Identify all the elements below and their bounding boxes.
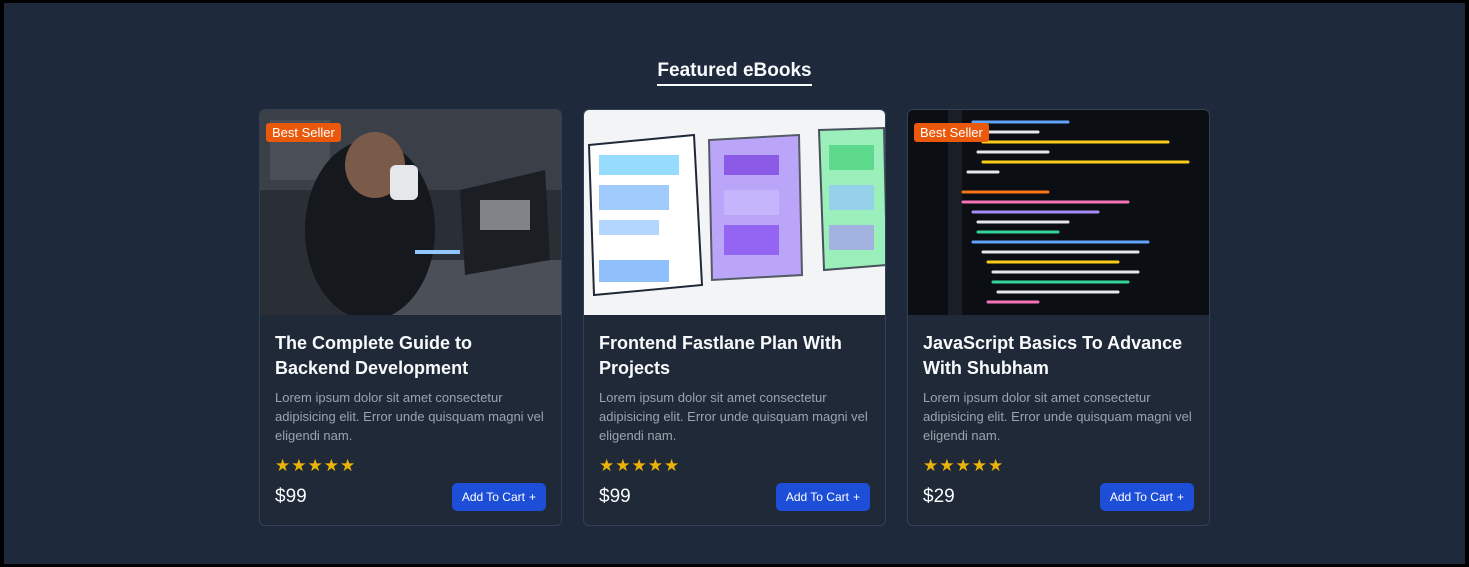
- ebook-price: $99: [275, 486, 307, 507]
- ebook-cover-image: Best Seller: [908, 110, 1209, 315]
- plus-icon: +: [528, 490, 536, 504]
- ebook-cover-image: Best Seller: [260, 110, 561, 315]
- ebook-card[interactable]: Frontend Fastlane Plan With Projects Lor…: [583, 109, 886, 526]
- ebook-title[interactable]: JavaScript Basics To Advance With Shubha…: [923, 331, 1198, 381]
- add-to-cart-label: Add To Cart: [1109, 490, 1173, 504]
- rating-stars: ★★★★★: [923, 456, 1005, 475]
- add-to-cart-label: Add To Cart: [785, 490, 849, 504]
- ebook-card[interactable]: Best Seller The Complete Guide to Backen…: [259, 109, 562, 526]
- plus-icon: +: [1176, 490, 1184, 504]
- add-to-cart-button[interactable]: Add To Cart +: [1099, 483, 1194, 511]
- add-to-cart-button[interactable]: Add To Cart +: [451, 483, 546, 511]
- rating-stars: ★★★★★: [275, 456, 357, 475]
- page-frame: Featured eBooks Best Seller The Complete…: [4, 3, 1465, 564]
- ebook-cover-image: [584, 110, 885, 315]
- ebook-card[interactable]: Best Seller JavaScript Basics To Advance…: [907, 109, 1210, 526]
- ebook-title[interactable]: The Complete Guide to Backend Developmen…: [275, 331, 550, 381]
- best-seller-badge: Best Seller: [266, 123, 341, 142]
- best-seller-badge: Best Seller: [914, 123, 989, 142]
- ebook-price: $29: [923, 486, 955, 507]
- ebook-card-list: Best Seller The Complete Guide to Backen…: [259, 109, 1213, 527]
- ebook-description: Lorem ipsum dolor sit amet consectetur a…: [599, 390, 868, 443]
- section-title: Featured eBooks: [657, 60, 812, 86]
- rating-stars: ★★★★★: [599, 456, 681, 475]
- section-heading: Featured eBooks: [4, 60, 1465, 86]
- ebook-title[interactable]: Frontend Fastlane Plan With Projects: [599, 331, 874, 381]
- ebook-description: Lorem ipsum dolor sit amet consectetur a…: [275, 390, 544, 443]
- add-to-cart-label: Add To Cart: [461, 490, 525, 504]
- plus-icon: +: [852, 490, 860, 504]
- ebook-price: $99: [599, 486, 631, 507]
- ebook-description: Lorem ipsum dolor sit amet consectetur a…: [923, 390, 1192, 443]
- add-to-cart-button[interactable]: Add To Cart +: [775, 483, 870, 511]
